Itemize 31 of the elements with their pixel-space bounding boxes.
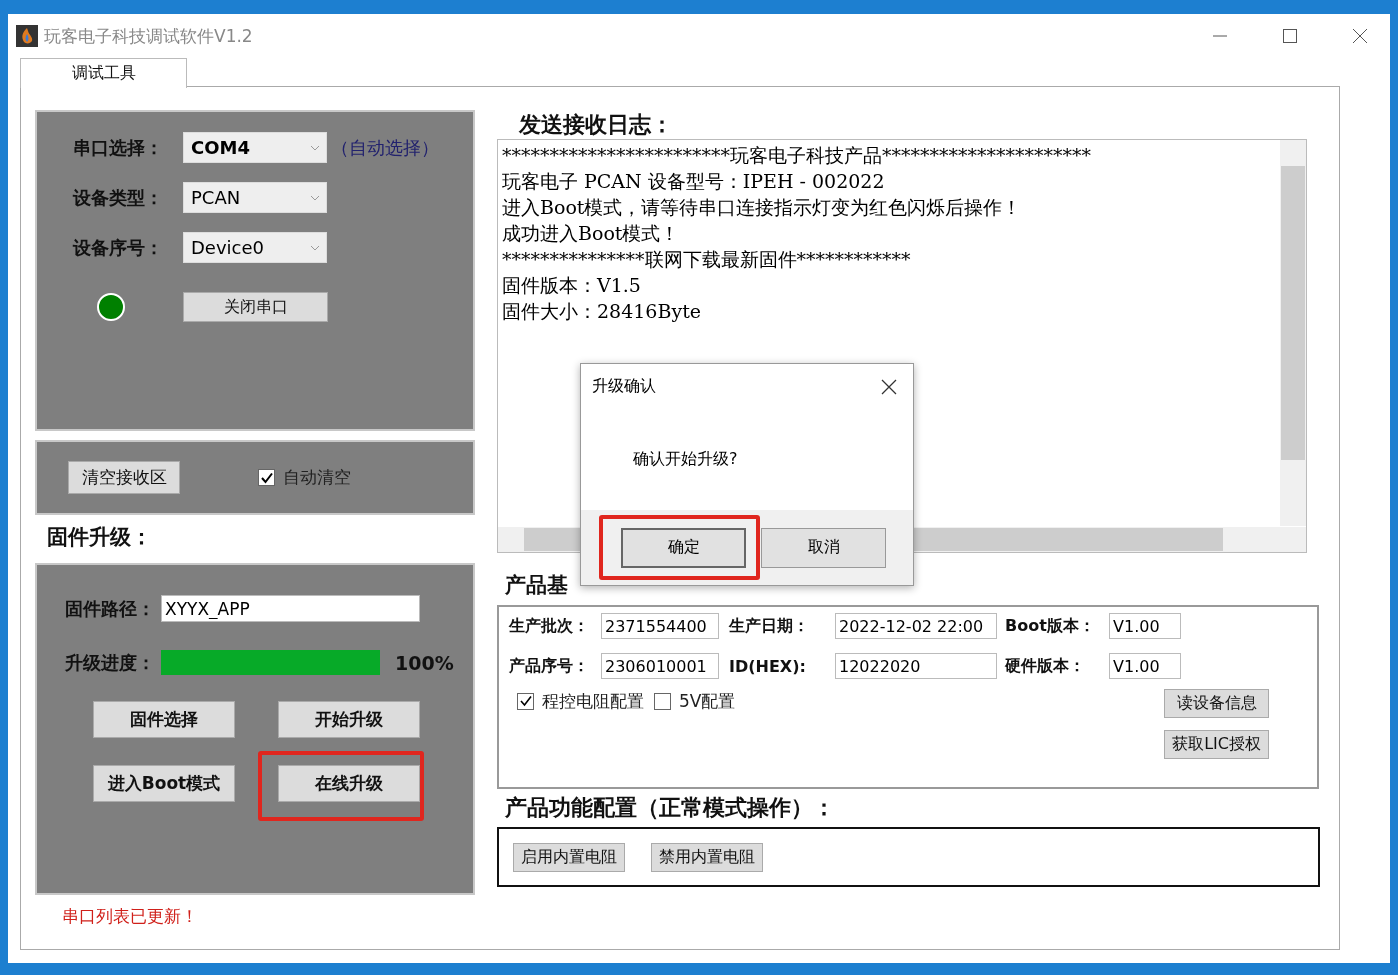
checkbox-label: 程控电阻配置 <box>542 689 644 713</box>
field-label: 生产日期： <box>729 615 810 637</box>
field-label: 设备序号： <box>73 235 164 260</box>
hint-text: （自动选择） <box>331 135 439 160</box>
section-heading: 发送接收日志： <box>519 111 674 139</box>
section-heading: 产品基 <box>505 572 569 599</box>
field-label: ID(HEX): <box>729 656 807 676</box>
log-line: ************************玩客电子科技产品********************** <box>502 143 1091 168</box>
field-label: 固件路径： <box>65 596 156 621</box>
field-label: 升级进度： <box>65 650 156 675</box>
status-message: 串口列表已更新！ <box>62 905 199 928</box>
checkbox-label: 5V配置 <box>679 689 736 713</box>
window-title: 玩客电子科技调试软件V1.2 <box>44 24 253 48</box>
dialog-title: 升级确认 <box>592 376 656 397</box>
log-line: ***************联网下载最新固件************ <box>502 247 911 272</box>
log-line: 进入Boot模式，请等待串口连接指示灯变为红色闪烁后操作！ <box>502 195 1022 220</box>
section-heading: 固件升级： <box>47 524 153 551</box>
checkbox-label: 自动清空 <box>283 466 351 489</box>
progress-reading: 100% <box>395 651 454 674</box>
section-heading: 产品功能配置（正常模式操作）： <box>505 794 836 822</box>
field-label: 串口选择： <box>73 135 164 160</box>
dialog-message: 确认开始升级? <box>633 449 739 470</box>
field-label: 产品序号： <box>509 655 590 677</box>
field-label: 硬件版本： <box>1005 655 1086 677</box>
field-label: 生产批次： <box>509 615 590 637</box>
field-label: Boot版本： <box>1005 615 1096 637</box>
field-label: 设备类型： <box>73 185 164 210</box>
log-line: 玩客电子 PCAN 设备型号：IPEH - 002022 <box>502 169 885 194</box>
log-line: 成功进入Boot模式！ <box>502 221 680 246</box>
log-line: 固件版本：V1.5 <box>502 273 641 298</box>
log-line: 固件大小：28416Byte <box>502 299 702 324</box>
